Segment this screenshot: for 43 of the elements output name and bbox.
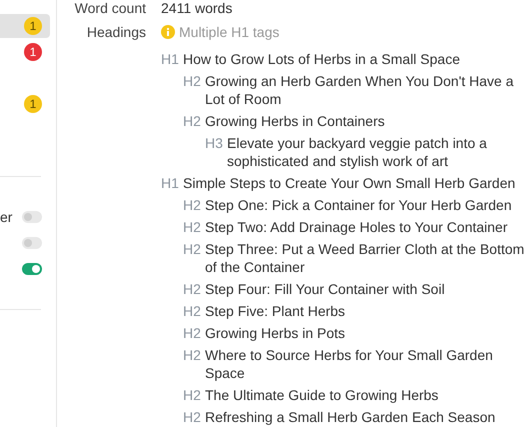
count-badge: 1 bbox=[24, 43, 42, 61]
heading-level: H2 bbox=[183, 72, 202, 91]
heading-level: H2 bbox=[183, 346, 202, 365]
heading-text: Step Three: Put a Weed Barrier Cloth at the Bottom of the Container bbox=[205, 240, 526, 276]
heading-text: How to Grow Lots of Herbs in a Small Space bbox=[183, 50, 460, 68]
heading-level: H1 bbox=[161, 174, 180, 192]
heading-level: H2 bbox=[183, 240, 202, 259]
word-count-value: 2411 words bbox=[161, 0, 234, 16]
heading-level: H2 bbox=[183, 196, 202, 214]
heading-text: Simple Steps to Create Your Own Small Herb Garden bbox=[183, 174, 516, 192]
heading-text: Where to Source Herbs for Your Small Garden Space bbox=[205, 346, 494, 382]
heading-text: Step Two: Add Drainage Holes to Your Container bbox=[205, 218, 508, 236]
heading-text: Refreshing a Small Herb Garden Each Season bbox=[205, 408, 496, 426]
heading-text: Step Four: Fill Your Container with Soil bbox=[205, 280, 445, 298]
heading-level: H2 bbox=[183, 408, 202, 426]
heading-text: Step Five: Plant Herbs bbox=[205, 302, 346, 320]
heading-text: Growing Herbs in Pots bbox=[205, 324, 346, 342]
sidebar-item[interactable]: 1 bbox=[0, 92, 50, 116]
heading-level: H2 bbox=[183, 218, 202, 236]
heading-text: The Ultimate Guide to Growing Herbs bbox=[205, 386, 438, 404]
sidebar-item[interactable]: 1 bbox=[0, 14, 50, 38]
count-badge: 1 bbox=[24, 95, 42, 113]
heading-text: Elevate your backyard veggie patch into a sophisticated and stylish work of art bbox=[227, 134, 488, 170]
heading-level: H3 bbox=[205, 134, 224, 153]
toggle-switch[interactable] bbox=[22, 237, 42, 249]
heading-level: H1 bbox=[161, 50, 180, 68]
heading-level: H2 bbox=[183, 302, 202, 320]
field-label: Word count bbox=[74, 0, 146, 16]
heading-text: Step One: Pick a Container for Your Herb Garden bbox=[205, 196, 512, 214]
sidebar-item[interactable]: 1 bbox=[0, 40, 50, 64]
info-icon bbox=[161, 25, 175, 39]
count-badge: 1 bbox=[24, 17, 42, 35]
heading-level: H2 bbox=[183, 324, 202, 342]
toggle-switch[interactable] bbox=[22, 211, 42, 223]
heading-text: Growing an Herb Garden When You Don't Have a Lot of Room bbox=[205, 72, 515, 108]
heading-level: H2 bbox=[183, 280, 202, 298]
heading-level: H2 bbox=[183, 386, 202, 404]
heading-level: H2 bbox=[183, 112, 202, 130]
heading-text: Growing Herbs in Containers bbox=[205, 112, 385, 130]
field-label: Headings bbox=[86, 24, 146, 42]
warning-text: Multiple H1 tags bbox=[179, 24, 280, 40]
toggle-switch[interactable] bbox=[22, 263, 42, 275]
setting-label: er bbox=[0, 209, 12, 225]
